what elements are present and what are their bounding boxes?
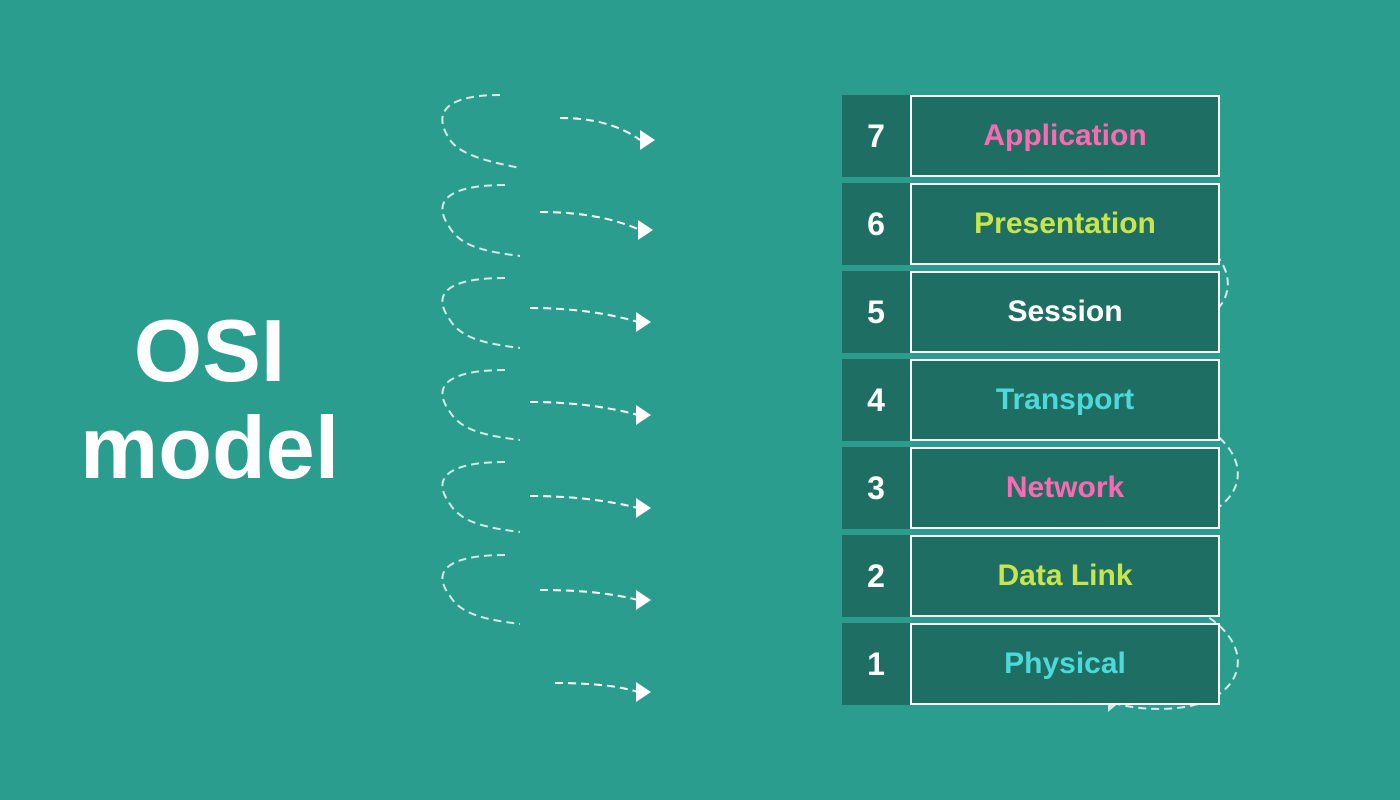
layer-number-3: 3 — [842, 447, 910, 529]
layer-name-3: Network — [910, 447, 1220, 529]
osi-diagram: 7Application6Presentation5Session4Transp… — [842, 95, 1220, 705]
layer-name-1: Physical — [910, 623, 1220, 705]
layer-row-7: 7Application — [842, 95, 1220, 177]
layer-number-7: 7 — [842, 95, 910, 177]
osi-title: OSI model — [80, 303, 339, 497]
layer-number-2: 2 — [842, 535, 910, 617]
layer-number-4: 4 — [842, 359, 910, 441]
layer-row-6: 6Presentation — [842, 183, 1220, 265]
layer-row-2: 2Data Link — [842, 535, 1220, 617]
layer-name-6: Presentation — [910, 183, 1220, 265]
layer-name-4: Transport — [910, 359, 1220, 441]
layer-number-5: 5 — [842, 271, 910, 353]
layer-row-3: 3Network — [842, 447, 1220, 529]
layer-name-2: Data Link — [910, 535, 1220, 617]
title-line1: OSI — [80, 303, 339, 400]
layer-row-5: 5Session — [842, 271, 1220, 353]
layer-name-5: Session — [910, 271, 1220, 353]
layer-number-6: 6 — [842, 183, 910, 265]
layer-number-1: 1 — [842, 623, 910, 705]
layer-row-4: 4Transport — [842, 359, 1220, 441]
title-line2: model — [80, 400, 339, 497]
layer-name-7: Application — [910, 95, 1220, 177]
layer-row-1: 1Physical — [842, 623, 1220, 705]
